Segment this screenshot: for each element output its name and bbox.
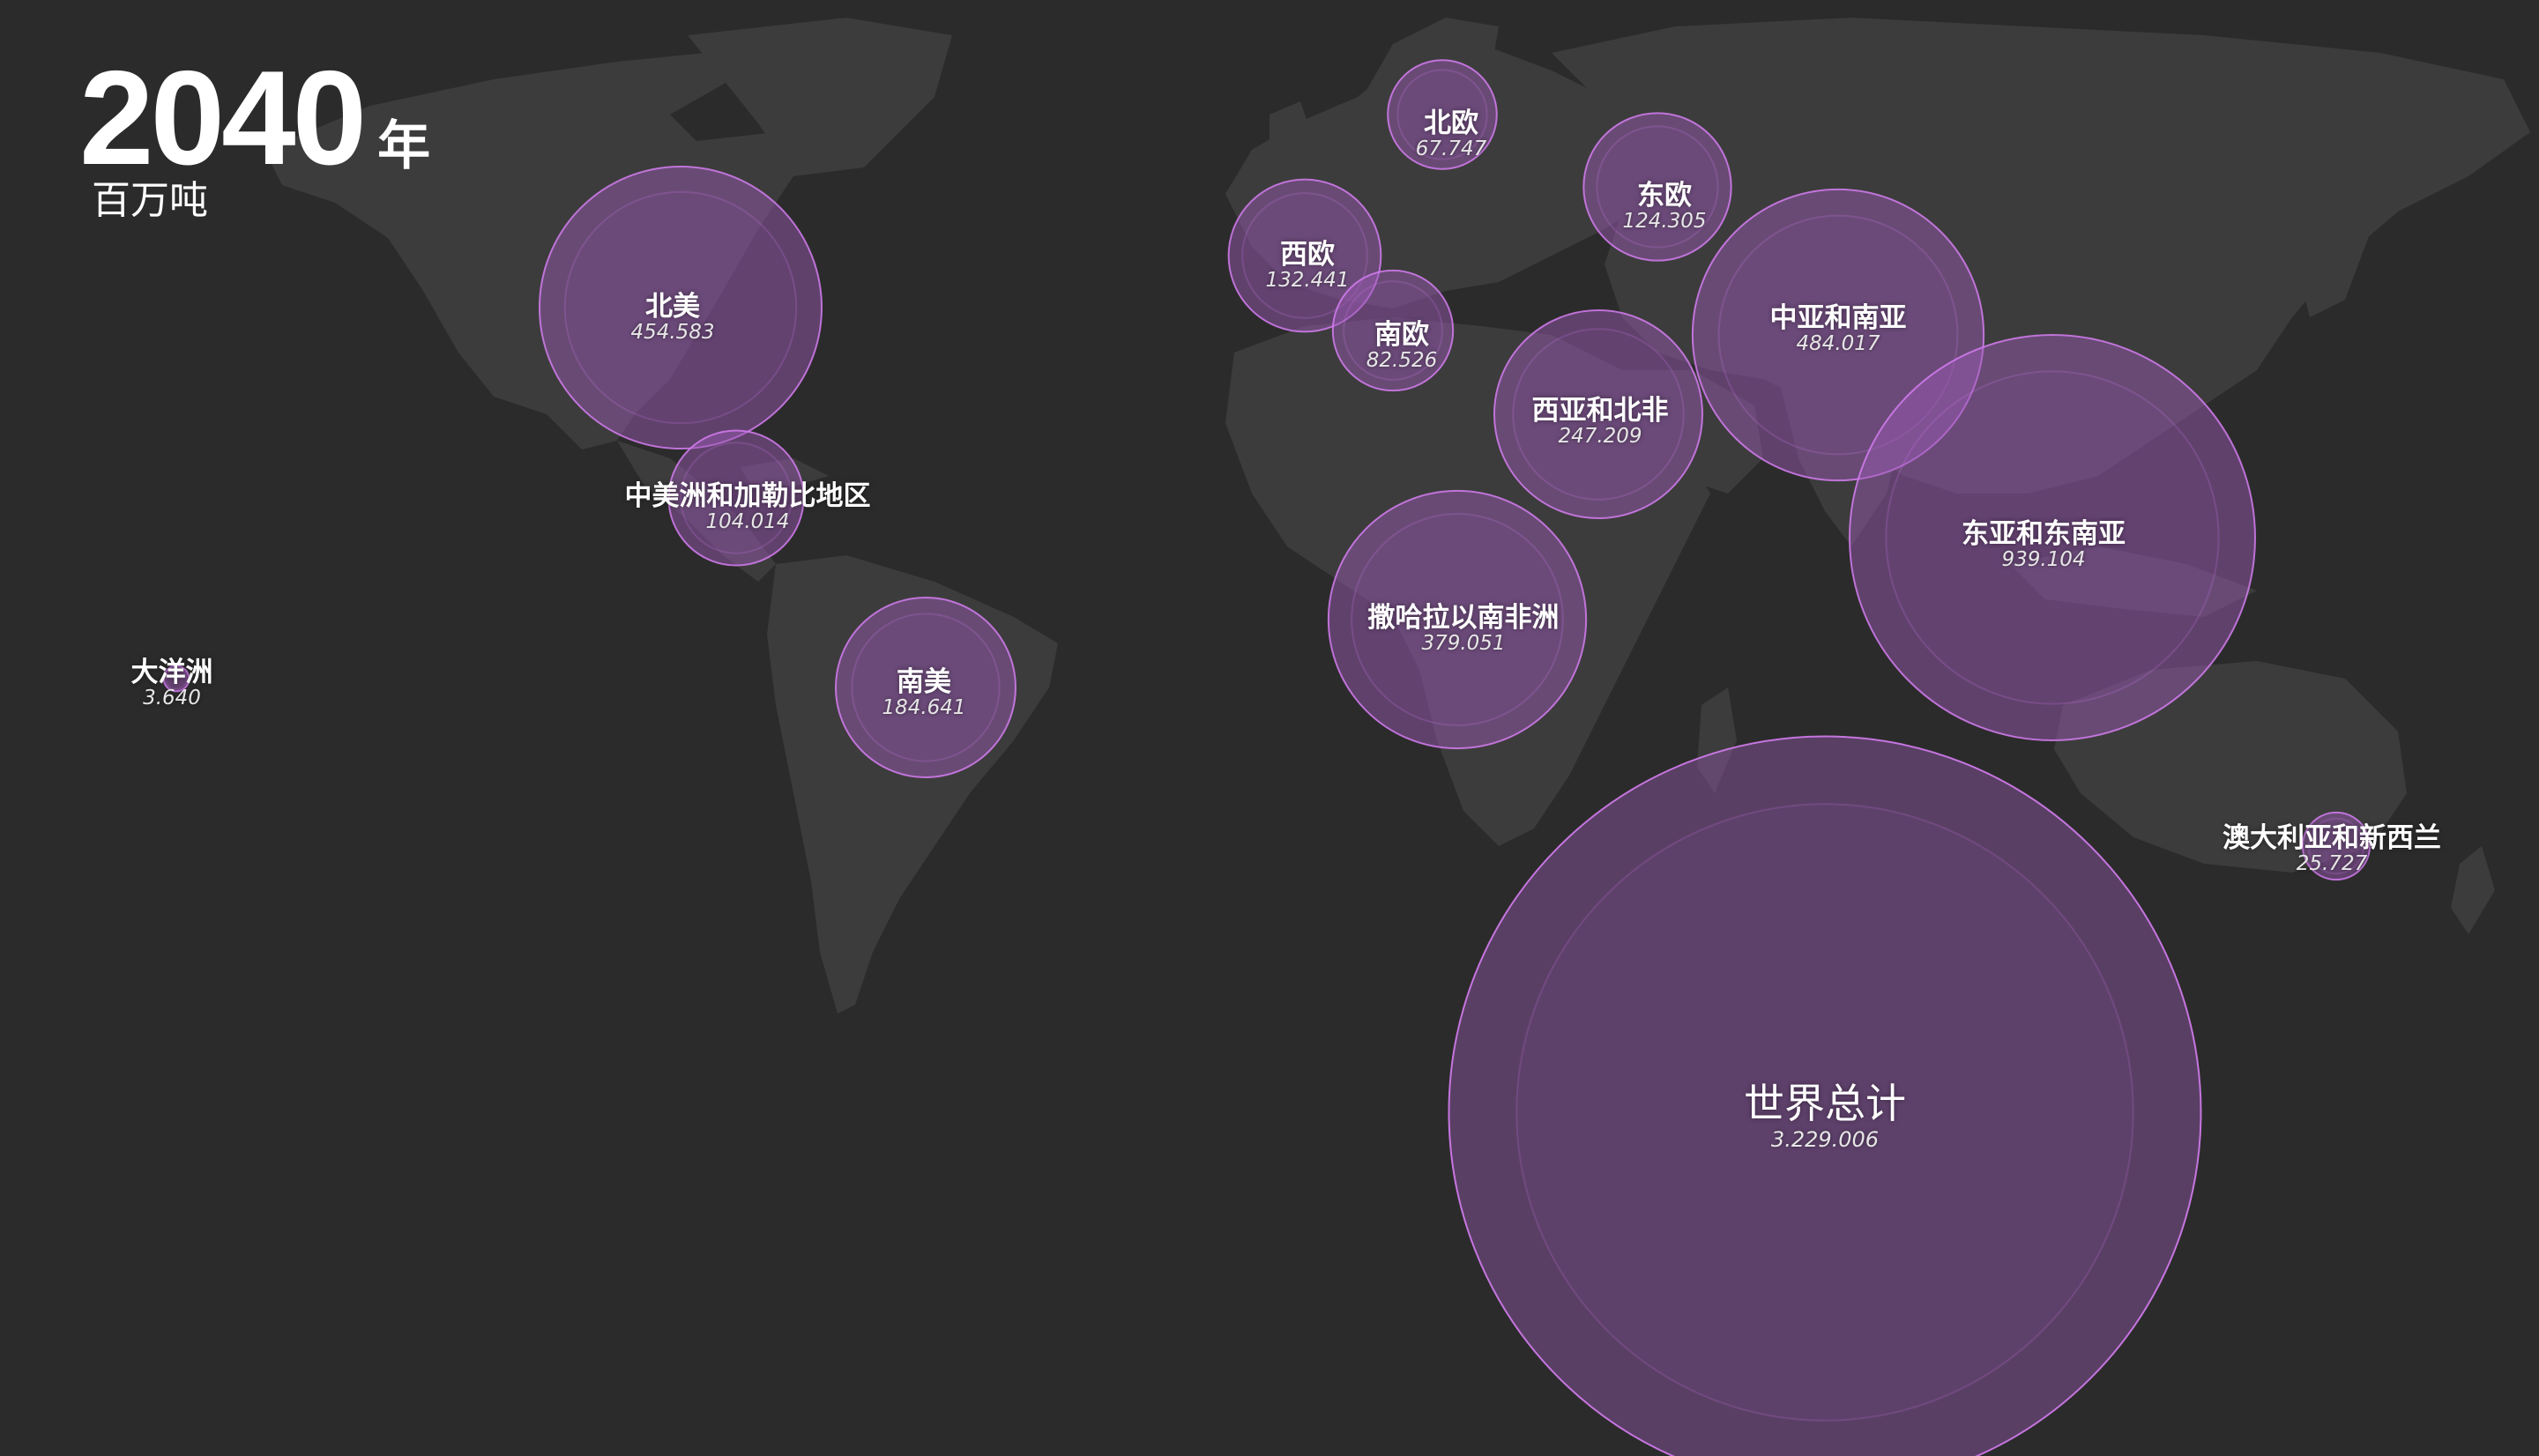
region-name: 大洋洲 — [130, 657, 213, 688]
region-name: 北美 — [645, 291, 700, 323]
region-value: 82.526 — [1366, 348, 1438, 372]
region-value: 454.583 — [630, 320, 715, 344]
region-label-northern-europe[interactable]: 北欧 67.747 — [1416, 109, 1486, 160]
year-suffix: 年 — [377, 115, 431, 177]
region-value: 184.641 — [882, 695, 966, 719]
region-name: 西欧 — [1280, 239, 1335, 271]
region-value: 379.051 — [1421, 631, 1506, 655]
region-value: 247.209 — [1558, 424, 1642, 448]
region-name: 东亚和东南亚 — [1962, 518, 2126, 550]
world-map — [162, 18, 2530, 1456]
region-label-southern-europe[interactable]: 南欧 82.526 — [1366, 321, 1437, 372]
region-value: 939.104 — [2001, 547, 2086, 571]
region-label-oceania[interactable]: 大洋洲 3.640 — [131, 658, 213, 709]
world-total-name: 世界总计 — [1744, 1080, 1906, 1127]
region-name: 南美 — [897, 666, 951, 698]
region-value: 132.441 — [1265, 268, 1350, 292]
region-label-central-south-asia[interactable]: 中亚和南亚 484.017 — [1770, 304, 1907, 355]
region-name: 北欧 — [1423, 108, 1478, 139]
region-value: 25.727 — [2296, 851, 2368, 875]
region-label-west-asia-north-africa[interactable]: 西亚和北非 247.209 — [1532, 397, 1669, 448]
region-name: 中美洲和加勒比地区 — [624, 480, 871, 512]
region-value: 484.017 — [1796, 331, 1880, 355]
region-label-eastern-europe[interactable]: 东欧 124.305 — [1622, 182, 1706, 233]
region-label-australia-new-zealand[interactable]: 澳大利亚和新西兰 25.727 — [2223, 824, 2441, 875]
region-label-south-america[interactable]: 南美 184.641 — [882, 668, 965, 719]
region-name: 东欧 — [1637, 180, 1692, 212]
year-number: 2040 — [79, 43, 367, 193]
region-name: 西亚和北非 — [1531, 395, 1669, 427]
region-label-sub-saharan-africa[interactable]: 撒哈拉以南非洲 379.051 — [1368, 604, 1560, 655]
year-heading: 2040 年 — [79, 51, 430, 185]
landmass-new-zealand — [2451, 846, 2495, 934]
region-value: 67.747 — [1415, 137, 1487, 160]
region-value: 124.305 — [1622, 209, 1707, 233]
unit-caption: 百万吨 — [92, 178, 208, 223]
region-label-north-america[interactable]: 北美 454.583 — [630, 293, 714, 344]
region-name: 撒哈拉以南非洲 — [1367, 602, 1560, 634]
region-label-central-america-caribbean[interactable]: 中美洲和加勒比地区 104.014 — [625, 482, 871, 533]
region-value: 3.640 — [143, 686, 201, 709]
region-name: 澳大利亚和新西兰 — [2223, 822, 2441, 854]
region-value: 104.014 — [705, 509, 790, 533]
region-name: 中亚和南亚 — [1769, 302, 1907, 334]
region-name: 南欧 — [1374, 319, 1429, 351]
map-stage: 2040 年 百万吨 北美 454.583 中美洲和加勒比地区 104.014 南… — [0, 0, 2539, 1456]
region-label-east-southeast-asia[interactable]: 东亚和东南亚 939.104 — [1962, 520, 2126, 571]
region-label-western-europe[interactable]: 西欧 132.441 — [1265, 241, 1349, 292]
world-total-label[interactable]: 世界总计 3.229.006 — [1744, 1080, 1906, 1152]
world-total-value: 3.229.006 — [1770, 1127, 1880, 1153]
